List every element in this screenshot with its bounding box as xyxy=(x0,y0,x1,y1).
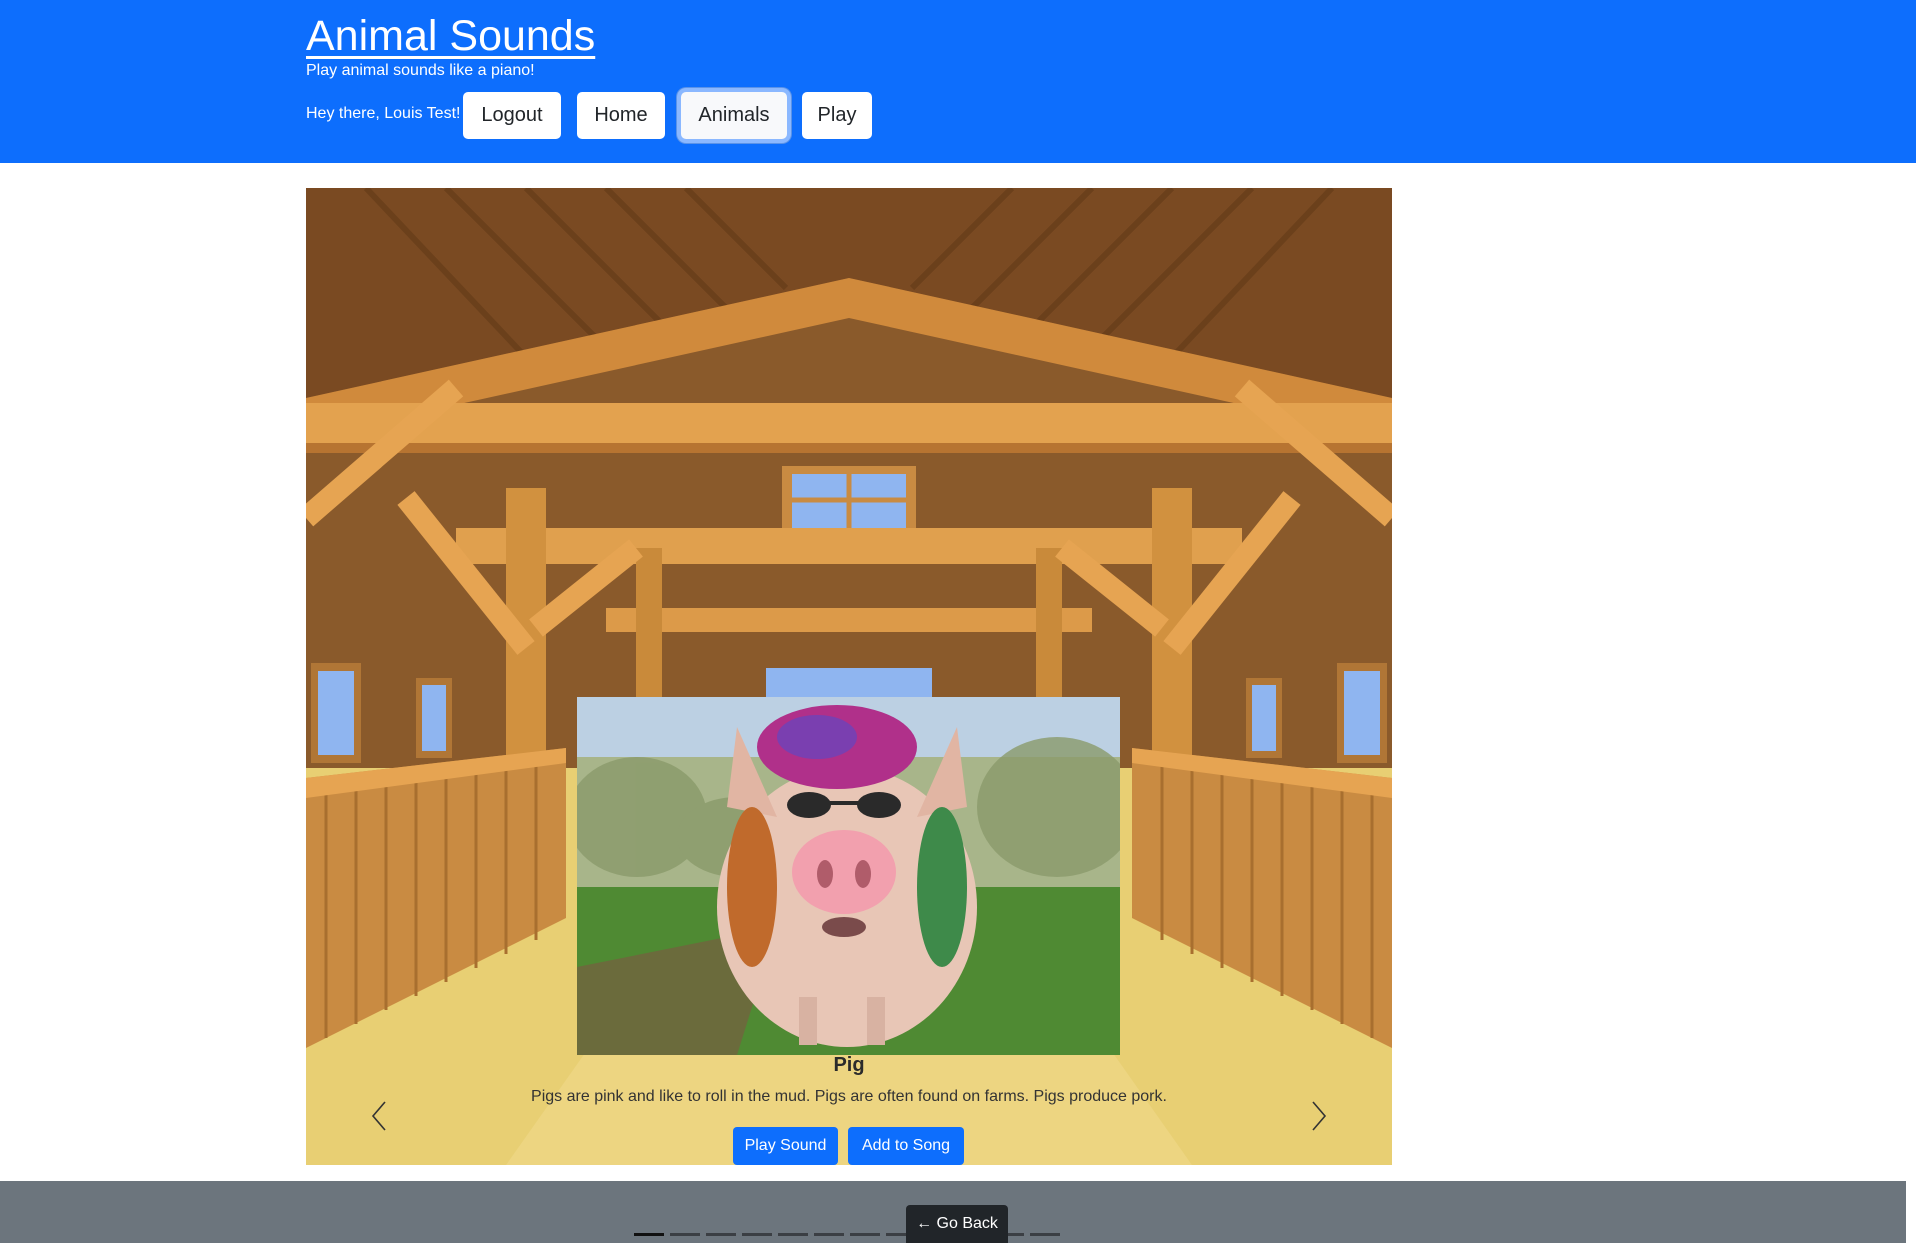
carousel-indicator[interactable] xyxy=(778,1233,808,1236)
play-sound-button[interactable]: Play Sound xyxy=(733,1127,838,1165)
footer-bar: ← Go Back xyxy=(0,1181,1906,1243)
carousel-indicator[interactable] xyxy=(814,1233,844,1236)
animal-description: Pigs are pink and like to roll in the mu… xyxy=(531,1088,1167,1105)
animal-name: Pig xyxy=(833,1054,865,1076)
home-button[interactable]: Home xyxy=(577,92,665,139)
carousel-indicator[interactable] xyxy=(850,1233,880,1236)
add-to-song-button[interactable]: Add to Song xyxy=(848,1127,964,1165)
go-back-button[interactable]: ← Go Back xyxy=(906,1205,1008,1243)
site-tagline: Play animal sounds like a piano! xyxy=(306,62,535,79)
pig-photo xyxy=(577,697,1120,1055)
carousel-indicator[interactable] xyxy=(634,1233,664,1236)
carousel-indicator[interactable] xyxy=(1030,1233,1060,1236)
animal-carousel: Pig Pigs are pink and like to roll in th… xyxy=(306,188,1392,1165)
site-header: Animal Sounds Play animal sounds like a … xyxy=(0,0,1916,163)
animals-button[interactable]: Animals xyxy=(681,92,787,139)
user-greeting: Hey there, Louis Test! xyxy=(306,105,461,122)
play-button[interactable]: Play xyxy=(802,92,872,139)
site-title-link[interactable]: Animal Sounds xyxy=(306,10,595,62)
carousel-indicator[interactable] xyxy=(742,1233,772,1236)
carousel-indicator[interactable] xyxy=(706,1233,736,1236)
carousel-indicator[interactable] xyxy=(670,1233,700,1236)
logout-button[interactable]: Logout xyxy=(463,92,561,139)
